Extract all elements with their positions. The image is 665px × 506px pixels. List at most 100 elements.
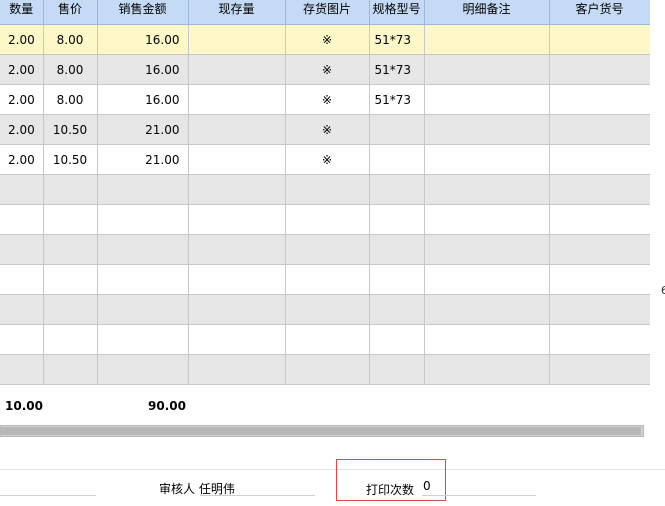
cell-custno[interactable] xyxy=(549,114,650,145)
empty-cell[interactable] xyxy=(549,204,650,235)
empty-cell[interactable] xyxy=(43,234,98,265)
empty-cell[interactable] xyxy=(424,354,550,385)
col-header-note[interactable]: 明细备注 xyxy=(424,0,550,25)
empty-cell[interactable] xyxy=(97,324,189,355)
cell-price[interactable]: 8.00 xyxy=(43,54,98,85)
empty-cell[interactable] xyxy=(549,174,650,205)
cell-qty[interactable]: 2.00 xyxy=(0,84,44,115)
col-header-spec[interactable]: 规格型号 xyxy=(369,0,425,25)
empty-cell[interactable] xyxy=(188,324,286,355)
cell-image[interactable]: ※ xyxy=(285,144,370,175)
col-header-qty[interactable]: 数量 xyxy=(0,0,44,25)
cell-spec[interactable] xyxy=(369,144,425,175)
empty-cell[interactable] xyxy=(424,174,550,205)
empty-cell[interactable] xyxy=(285,324,370,355)
cell-spec[interactable]: 51*73 xyxy=(369,84,425,115)
cell-custno[interactable] xyxy=(549,144,650,175)
empty-cell[interactable] xyxy=(188,294,286,325)
cell-spec[interactable]: 51*73 xyxy=(369,54,425,85)
empty-cell[interactable] xyxy=(97,174,189,205)
empty-cell[interactable] xyxy=(424,264,550,295)
cell-note[interactable] xyxy=(424,144,550,175)
cell-amount[interactable]: 16.00 xyxy=(97,24,189,55)
cell-amount[interactable]: 21.00 xyxy=(97,144,189,175)
empty-cell[interactable] xyxy=(0,174,44,205)
table-row[interactable]: 2.00 8.00 16.00 ※ 51*73 xyxy=(0,54,650,85)
cell-qty[interactable]: 2.00 xyxy=(0,54,44,85)
empty-cell[interactable] xyxy=(188,234,286,265)
cell-image[interactable]: ※ xyxy=(285,54,370,85)
table-row[interactable]: 2.00 8.00 16.00 ※ 51*73 xyxy=(0,84,650,115)
cell-price[interactable]: 8.00 xyxy=(43,84,98,115)
empty-cell[interactable] xyxy=(549,324,650,355)
empty-cell[interactable] xyxy=(424,294,550,325)
empty-cell[interactable] xyxy=(43,174,98,205)
empty-cell[interactable] xyxy=(424,234,550,265)
empty-cell[interactable] xyxy=(424,204,550,235)
empty-cell[interactable] xyxy=(285,234,370,265)
empty-cell[interactable] xyxy=(549,264,650,295)
empty-cell[interactable] xyxy=(43,264,98,295)
empty-cell[interactable] xyxy=(188,354,286,385)
empty-cell[interactable] xyxy=(549,294,650,325)
cell-qty[interactable]: 2.00 xyxy=(0,24,44,55)
cell-stock[interactable] xyxy=(188,114,286,145)
cell-amount[interactable]: 16.00 xyxy=(97,54,189,85)
empty-cell[interactable] xyxy=(43,354,98,385)
empty-table-row[interactable] xyxy=(0,234,650,265)
cell-stock[interactable] xyxy=(188,84,286,115)
empty-cell[interactable] xyxy=(97,354,189,385)
empty-cell[interactable] xyxy=(43,294,98,325)
empty-cell[interactable] xyxy=(369,204,425,235)
empty-cell[interactable] xyxy=(369,294,425,325)
empty-table-row[interactable] xyxy=(0,264,650,295)
cell-note[interactable] xyxy=(424,84,550,115)
cell-custno[interactable] xyxy=(549,24,650,55)
horizontal-scrollbar[interactable] xyxy=(0,425,644,437)
empty-cell[interactable] xyxy=(285,204,370,235)
empty-cell[interactable] xyxy=(0,324,44,355)
empty-cell[interactable] xyxy=(285,264,370,295)
col-header-custno[interactable]: 客户货号 xyxy=(549,0,650,25)
empty-cell[interactable] xyxy=(43,204,98,235)
empty-table-row[interactable] xyxy=(0,174,650,205)
cell-note[interactable] xyxy=(424,24,550,55)
empty-cell[interactable] xyxy=(97,234,189,265)
empty-table-row[interactable] xyxy=(0,354,650,385)
empty-cell[interactable] xyxy=(188,204,286,235)
empty-cell[interactable] xyxy=(0,204,44,235)
empty-cell[interactable] xyxy=(285,294,370,325)
empty-cell[interactable] xyxy=(97,264,189,295)
cell-image[interactable]: ※ xyxy=(285,84,370,115)
col-header-stock[interactable]: 现存量 xyxy=(188,0,286,25)
empty-cell[interactable] xyxy=(369,324,425,355)
empty-cell[interactable] xyxy=(188,174,286,205)
table-row[interactable]: 2.00 10.50 21.00 ※ xyxy=(0,114,650,145)
cell-price[interactable]: 10.50 xyxy=(43,114,98,145)
empty-cell[interactable] xyxy=(369,354,425,385)
cell-stock[interactable] xyxy=(188,54,286,85)
empty-cell[interactable] xyxy=(0,234,44,265)
cell-stock[interactable] xyxy=(188,144,286,175)
table-row[interactable]: 2.00 10.50 21.00 ※ xyxy=(0,144,650,175)
cell-image[interactable]: ※ xyxy=(285,114,370,145)
cell-custno[interactable] xyxy=(549,84,650,115)
empty-cell[interactable] xyxy=(369,264,425,295)
cell-stock[interactable] xyxy=(188,24,286,55)
table-row[interactable]: 2.00 8.00 16.00 ※ 51*73 xyxy=(0,24,650,55)
empty-cell[interactable] xyxy=(97,294,189,325)
cell-spec[interactable] xyxy=(369,114,425,145)
cell-note[interactable] xyxy=(424,114,550,145)
cell-price[interactable]: 8.00 xyxy=(43,24,98,55)
empty-cell[interactable] xyxy=(285,174,370,205)
col-header-price[interactable]: 售价 xyxy=(43,0,98,25)
scrollbar-thumb[interactable] xyxy=(1,427,641,435)
empty-cell[interactable] xyxy=(549,354,650,385)
empty-cell[interactable] xyxy=(188,264,286,295)
empty-cell[interactable] xyxy=(424,324,550,355)
cell-amount[interactable]: 21.00 xyxy=(97,114,189,145)
cell-price[interactable]: 10.50 xyxy=(43,144,98,175)
cell-amount[interactable]: 16.00 xyxy=(97,84,189,115)
empty-cell[interactable] xyxy=(369,234,425,265)
empty-cell[interactable] xyxy=(549,234,650,265)
